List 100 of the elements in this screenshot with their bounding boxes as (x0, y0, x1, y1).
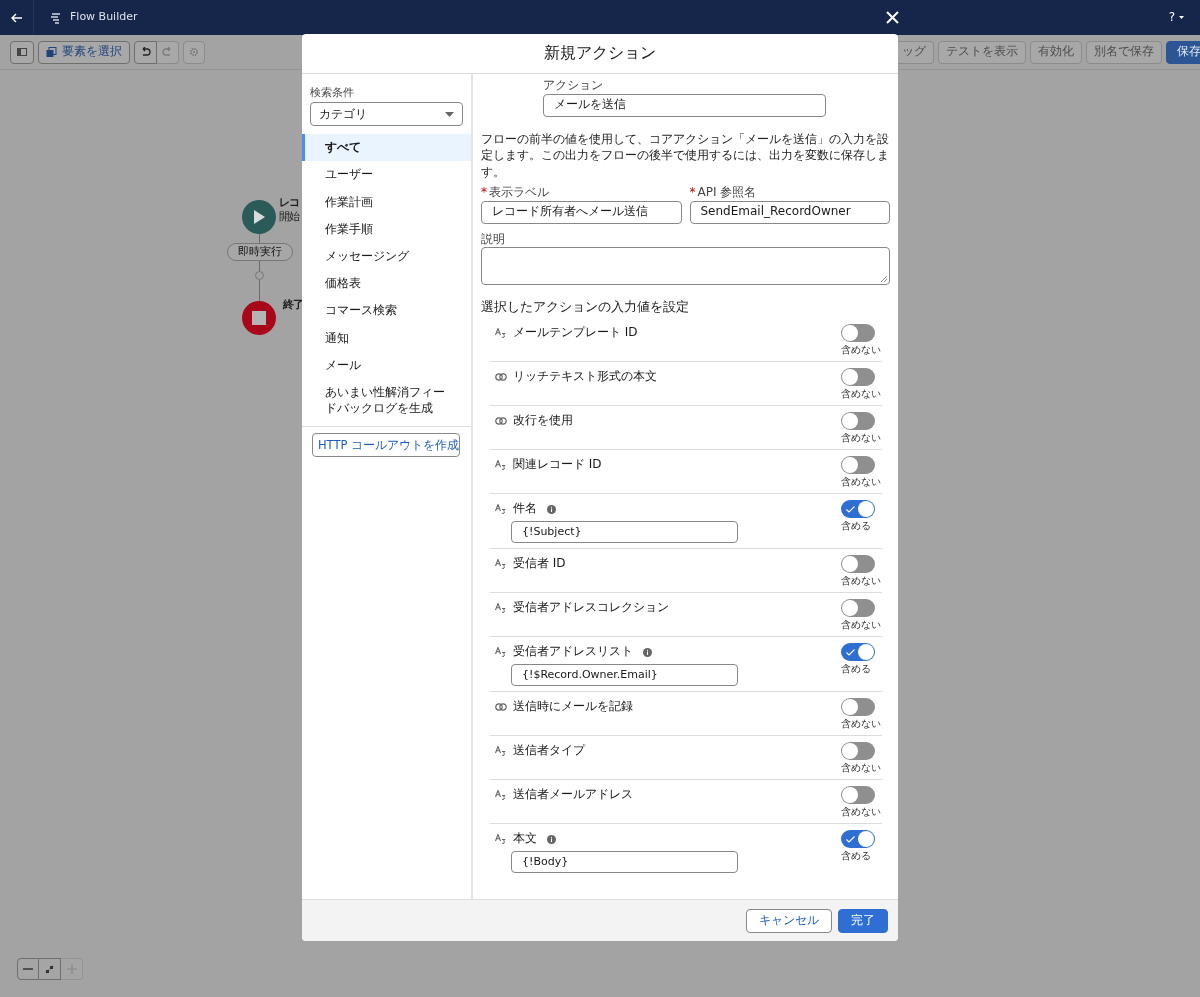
gear-icon (189, 47, 199, 57)
filter-label: 検索条件 (309, 86, 355, 101)
category-item[interactable]: コマース検索 (302, 297, 471, 325)
select-elements-button[interactable]: 要素を選択 (38, 40, 130, 64)
fit-view-button[interactable] (39, 958, 61, 980)
connector-label[interactable]: 即時実行 (227, 243, 293, 261)
parameter-label: 送信時にメールを記録 (513, 699, 633, 715)
toggle-status: 含める (841, 662, 872, 676)
toolbar-button[interactable]: 有効化 (1030, 40, 1082, 64)
parameter-label: メールテンプレート ID (513, 325, 638, 341)
create-http-callout-button[interactable]: HTTP コールアウトを作成 (312, 433, 460, 458)
field-label: * API 参照名 (689, 185, 758, 201)
toolbar-button[interactable]: 別名で保存 (1086, 40, 1162, 64)
check-icon (846, 649, 855, 657)
toggle-switch[interactable] (841, 500, 875, 519)
parameter-label: 送信者メールアドレス (513, 787, 633, 803)
toggle-switch[interactable] (841, 599, 875, 618)
text-field[interactable]: レコード所有者へメール送信 (481, 200, 682, 224)
value-field[interactable]: {!Body} (511, 851, 738, 874)
toggle-switch[interactable] (841, 742, 875, 761)
info-icon[interactable] (547, 834, 556, 844)
category-item[interactable]: 作業計画 (302, 188, 471, 216)
parameter-label: 受信者 ID (513, 556, 566, 572)
category-item[interactable]: 作業手順 (302, 215, 471, 244)
parameter-label: 受信者アドレスコレクション (513, 600, 669, 616)
description-text: フローの前半の値を使用して、コアアクション「メールを送信」の入力を設定します。この出力をフローの後半で使用するには、出力を変数に保存します。 (481, 130, 890, 181)
sidebar-icon (17, 48, 27, 56)
info-icon[interactable] (547, 504, 556, 514)
category-item[interactable]: ユーザー (302, 161, 471, 189)
toggle-switch[interactable] (841, 555, 875, 574)
category-item[interactable]: すべて (302, 134, 471, 162)
toolbar-button[interactable]: ッグ (898, 40, 934, 64)
field-label: * 表示ラベル (481, 185, 550, 201)
text-type-icon (495, 328, 507, 339)
minus-icon (23, 968, 33, 970)
close-icon[interactable] (886, 11, 899, 24)
help-menu[interactable]: ? (1168, 9, 1175, 26)
category-item[interactable]: 価格表 (302, 270, 471, 298)
toolbar-button[interactable]: 保存 (1166, 40, 1200, 64)
end-node[interactable] (242, 301, 276, 335)
undo-button[interactable] (134, 40, 157, 64)
toggle-status: 含める (841, 849, 872, 863)
section-heading: 選択したアクションの入力値を設定 (481, 299, 690, 317)
parameter-label: 関連レコード ID (513, 457, 602, 473)
node-title: 終了 (283, 298, 303, 313)
dialog-title: 新規アクション (544, 43, 656, 64)
text-type-icon (495, 746, 507, 757)
connector-dot[interactable] (255, 271, 264, 280)
resize-handle-icon[interactable] (881, 276, 887, 283)
category-item[interactable]: あいまい性解消フィードバックログを生成 (302, 379, 471, 423)
parameter-label: 受信者アドレスリスト (513, 644, 633, 660)
info-icon[interactable] (643, 647, 652, 657)
toggle-switch[interactable] (841, 324, 875, 343)
toggle-switch[interactable] (841, 830, 875, 849)
back-arrow-icon[interactable] (10, 12, 23, 23)
fit-view-icon (45, 964, 54, 974)
category-item[interactable]: メッセージング (302, 243, 471, 271)
text-field[interactable]: SendEmail_RecordOwner (689, 200, 890, 224)
panel-toggle-button[interactable] (10, 40, 34, 64)
flow-icon (50, 11, 62, 24)
start-node[interactable] (242, 200, 276, 234)
toggle-switch[interactable] (841, 786, 875, 805)
value-field[interactable]: {!$Record.Owner.Email} (511, 664, 738, 687)
description-textarea[interactable] (481, 247, 890, 286)
caret-icon (1179, 16, 1184, 19)
toggle-switch[interactable] (841, 456, 875, 475)
category-select[interactable]: カテゴリ (310, 102, 463, 127)
parameter-label: リッチテキスト形式の本文 (513, 369, 657, 385)
done-button[interactable]: 完了 (838, 908, 888, 933)
plus-icon (66, 964, 77, 974)
linked-rings-icon (495, 373, 507, 382)
category-item[interactable]: 通知 (302, 324, 471, 352)
check-icon (846, 836, 855, 844)
parameter-label: 件名 (513, 501, 537, 517)
undo-icon (140, 47, 151, 57)
play-icon (253, 210, 265, 224)
stop-icon (252, 311, 266, 325)
zoom-out-button[interactable] (17, 958, 39, 980)
parameter-label: 改行を使用 (513, 413, 573, 429)
value-field[interactable]: {!Subject} (511, 521, 738, 544)
toggle-switch[interactable] (841, 698, 875, 717)
app-title: Flow Builder (70, 10, 138, 25)
toolbar-button[interactable]: テストを表示 (938, 40, 1026, 64)
action-field[interactable]: メールを送信 (543, 93, 826, 117)
redo-icon (162, 47, 173, 57)
text-type-icon (495, 790, 507, 801)
copy-icon (46, 46, 57, 58)
text-type-icon (495, 460, 507, 471)
toggle-switch[interactable] (841, 412, 875, 431)
parameter-label: 送信者タイプ (513, 743, 585, 759)
toggle-switch[interactable] (841, 643, 875, 662)
text-type-icon (495, 834, 507, 845)
linked-rings-icon (495, 417, 507, 426)
field-label: 説明 (481, 231, 506, 248)
category-item[interactable]: メール (302, 351, 471, 379)
toggle-switch[interactable] (841, 368, 875, 387)
cancel-button[interactable]: キャンセル (746, 908, 832, 933)
parameter-label: 本文 (513, 831, 537, 847)
node-title: レコ (279, 196, 299, 211)
text-type-icon (495, 603, 507, 614)
